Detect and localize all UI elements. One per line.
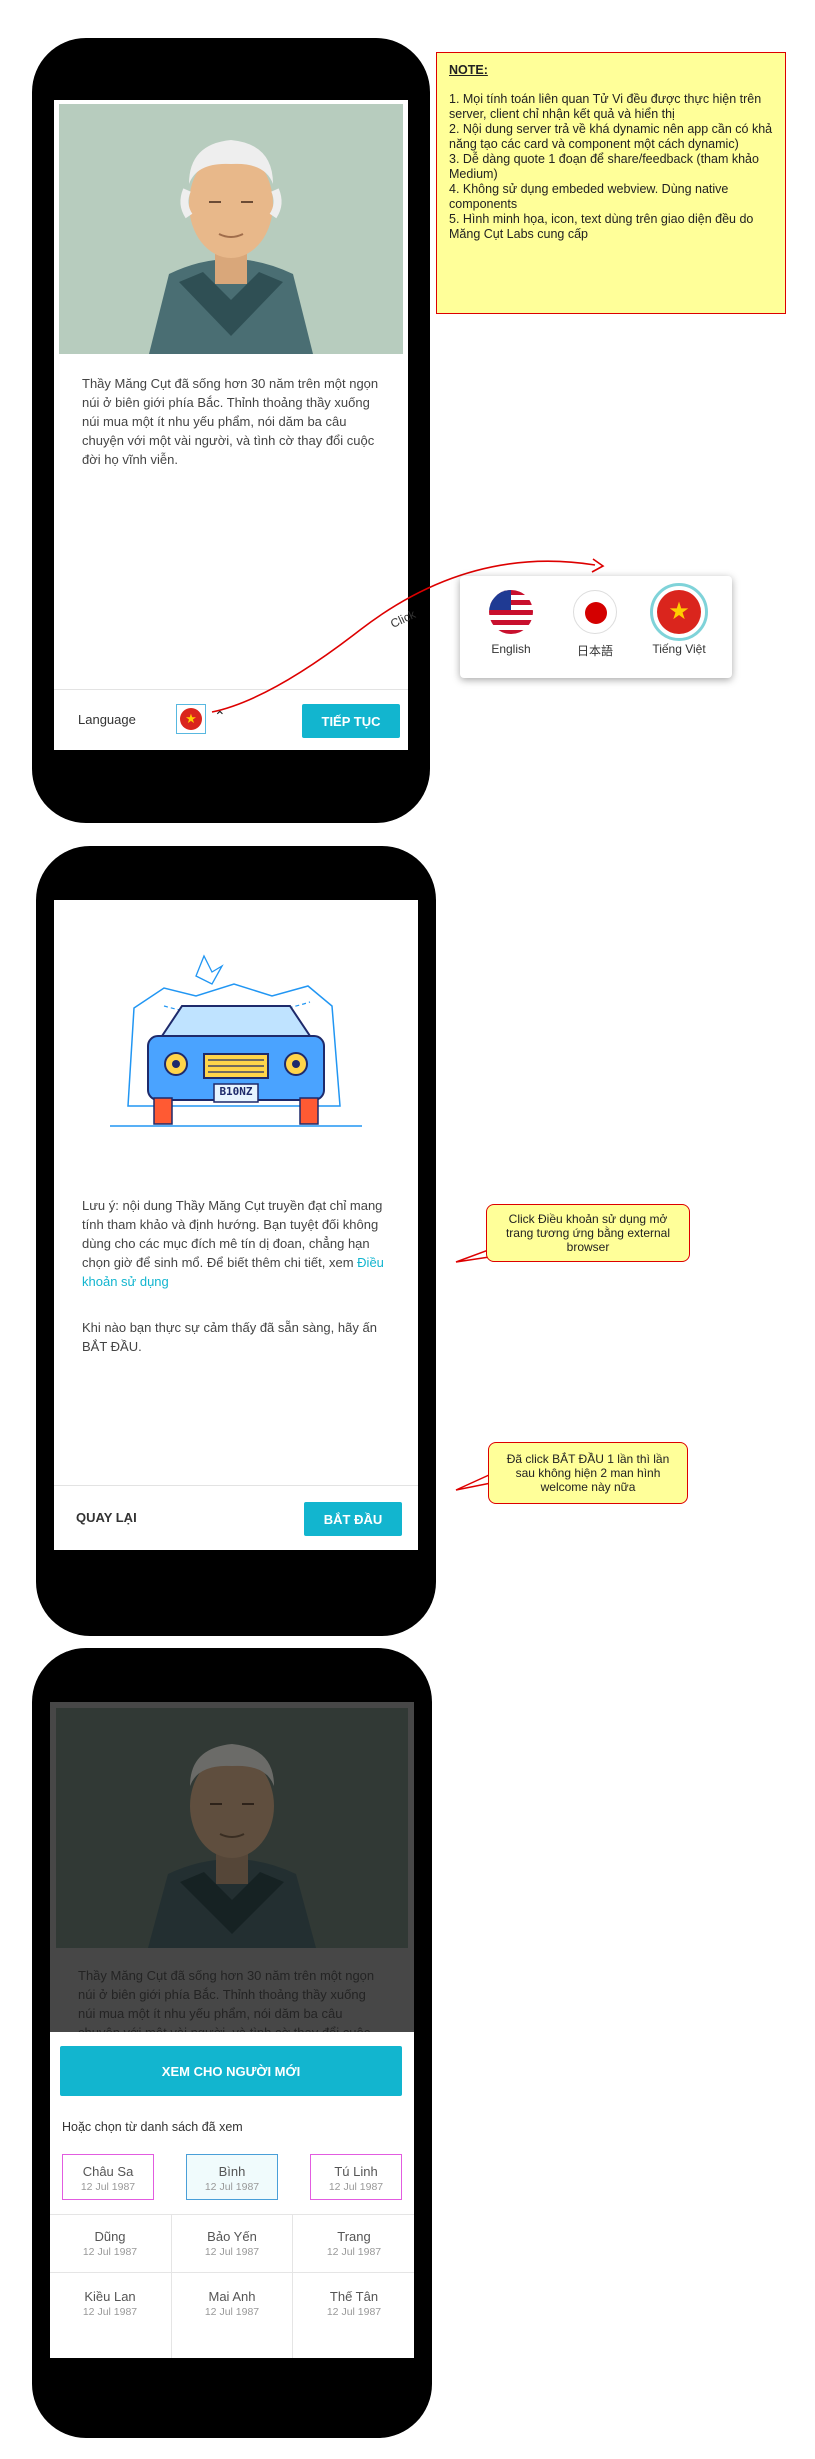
us-flag-icon: [489, 590, 533, 634]
profile-tile[interactable]: Bình 12 Jul 1987: [186, 2154, 278, 2200]
profile-picker-screen: Thầy Măng Cụt đã sống hơn 30 năm trên mộ…: [50, 1702, 414, 2358]
grid-divider: [50, 2214, 414, 2215]
grid-divider: [50, 2272, 414, 2273]
profile-tile[interactable]: Kiều Lan 12 Jul 1987: [64, 2280, 156, 2326]
language-option-english[interactable]: English: [474, 576, 548, 678]
language-option-label: English: [491, 642, 531, 656]
license-plate: B10NZ: [219, 1085, 253, 1098]
language-option-vietnamese[interactable]: ★ Tiếng Việt: [642, 576, 716, 678]
grid-divider: [292, 2214, 293, 2358]
profile-tile[interactable]: Bảo Yến 12 Jul 1987: [186, 2220, 278, 2266]
callout-tails: [455, 1241, 511, 1491]
language-option-label: 日本語: [576, 644, 613, 658]
profile-bottom-sheet: XEM CHO NGƯỜI MỚI Hoặc chọn từ danh sách…: [50, 2032, 414, 2358]
language-option-japanese[interactable]: 日本語: [558, 576, 632, 678]
callout-terms: Click Điều khoản sử dụng mở trang tương …: [486, 1204, 690, 1262]
new-reading-button[interactable]: XEM CHO NGƯỜI MỚI: [60, 2046, 402, 2096]
car-illustration: B10NZ: [104, 936, 368, 1166]
profile-tile[interactable]: Mai Anh 12 Jul 1987: [186, 2280, 278, 2326]
profile-tile[interactable]: Trang 12 Jul 1987: [308, 2220, 400, 2266]
grid-divider: [171, 2214, 172, 2358]
phone-frame-3: Thầy Măng Cụt đã sống hơn 30 năm trên mộ…: [32, 1648, 432, 2438]
profile-tile[interactable]: Tú Linh 12 Jul 1987: [310, 2154, 402, 2200]
callout-start: Đã click BẮT ĐẦU 1 lần thì lần sau không…: [488, 1442, 688, 1504]
profile-tile[interactable]: Châu Sa 12 Jul 1987: [62, 2154, 154, 2200]
annotation-arrow: [211, 558, 605, 713]
japan-flag-icon: [573, 590, 617, 634]
language-popup: English 日本語 ★ Tiếng Việt: [460, 576, 732, 678]
profile-tile[interactable]: Dũng 12 Jul 1987: [64, 2220, 156, 2266]
vietnam-flag-icon: ★: [657, 590, 701, 634]
profile-tile[interactable]: Thế Tân 12 Jul 1987: [308, 2280, 400, 2326]
history-label: Hoặc chọn từ danh sách đã xem: [62, 2120, 243, 2134]
language-option-label: Tiếng Việt: [652, 642, 706, 656]
